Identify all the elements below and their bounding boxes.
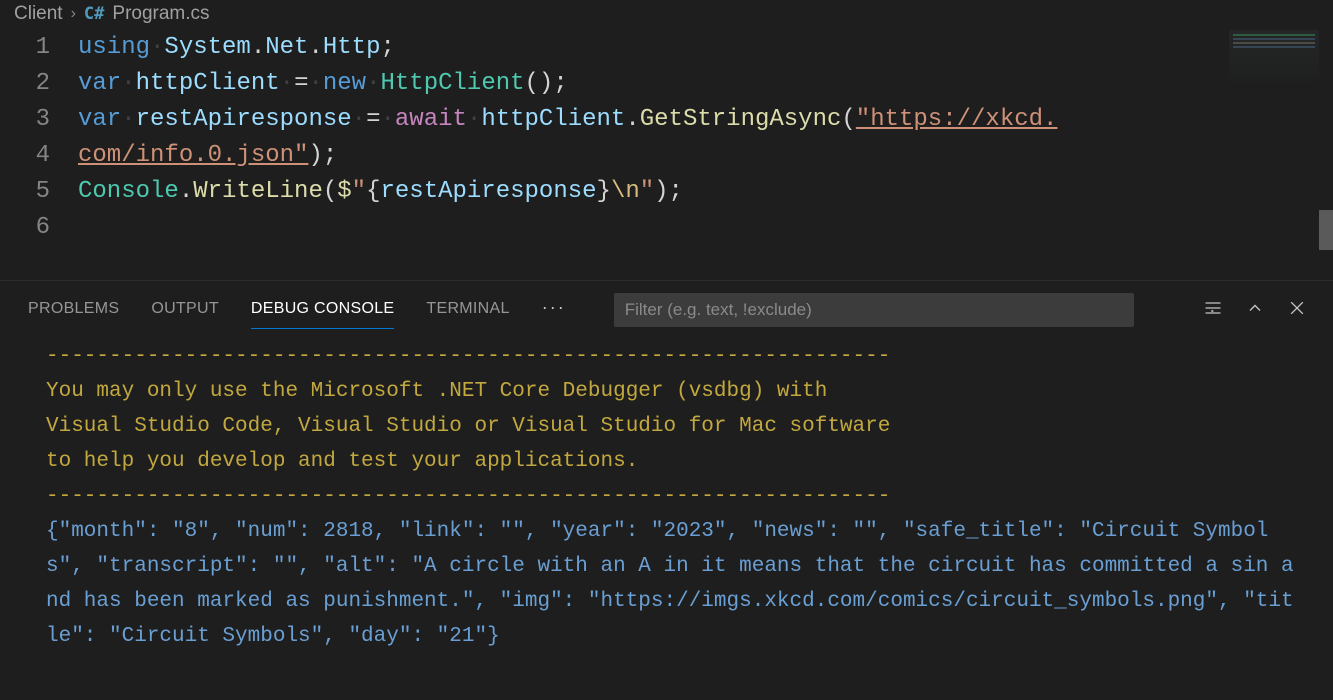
- token-namespace: System: [164, 34, 250, 61]
- chevron-right-icon: ›: [71, 5, 76, 23]
- line-number: 3: [0, 102, 50, 138]
- token-escape: \n: [611, 178, 640, 205]
- console-line: You may only use the Microsoft .NET Core…: [46, 380, 827, 403]
- token-variable: httpClient: [136, 70, 280, 97]
- token-method: WriteLine: [193, 178, 323, 205]
- breadcrumb[interactable]: Client › C# Program.cs: [0, 0, 1333, 30]
- token-string: ": [352, 178, 366, 205]
- panel-tabs: PROBLEMS OUTPUT DEBUG CONSOLE TERMINAL ·…: [0, 281, 1333, 331]
- tab-debug-console[interactable]: DEBUG CONSOLE: [251, 292, 395, 329]
- chevron-up-icon[interactable]: [1245, 298, 1265, 318]
- token-keyword: using: [78, 34, 150, 61]
- line-number: 5: [0, 174, 50, 210]
- token-variable: httpClient: [481, 106, 625, 133]
- panel-actions: [1203, 298, 1319, 322]
- debug-console-output[interactable]: ----------------------------------------…: [0, 331, 1333, 700]
- console-json-output: {"month": "8", "num": 2818, "link": "", …: [46, 520, 1294, 648]
- token-class: HttpClient: [381, 70, 525, 97]
- token-keyword: var: [78, 106, 121, 133]
- token-keyword: var: [78, 70, 121, 97]
- token-string: com/info.0.json": [78, 142, 308, 169]
- line-number: 6: [0, 210, 50, 246]
- line-number: 1: [0, 30, 50, 66]
- token-string: ": [640, 178, 654, 205]
- token-variable: restApiresponse: [136, 106, 352, 133]
- breadcrumb-folder[interactable]: Client: [14, 3, 63, 25]
- line-number: 4: [0, 138, 50, 174]
- code-area[interactable]: using·System.Net.Http; var·httpClient·=·…: [78, 30, 1333, 280]
- tab-output[interactable]: OUTPUT: [151, 292, 219, 328]
- breadcrumb-file[interactable]: Program.cs: [112, 3, 209, 25]
- token-variable: restApiresponse: [380, 178, 596, 205]
- token-method: GetStringAsync: [640, 106, 842, 133]
- console-line: ----------------------------------------…: [46, 485, 890, 508]
- filter-input[interactable]: [614, 293, 1134, 327]
- line-number: 2: [0, 66, 50, 102]
- close-icon[interactable]: [1287, 298, 1307, 318]
- minimap[interactable]: [1229, 30, 1319, 90]
- token-keyword: await: [395, 106, 467, 133]
- token-class: Console: [78, 178, 179, 205]
- csharp-file-icon: C#: [84, 4, 104, 24]
- console-line: ----------------------------------------…: [46, 345, 890, 368]
- tab-terminal[interactable]: TERMINAL: [426, 292, 509, 328]
- more-tabs-icon[interactable]: ···: [542, 297, 566, 324]
- console-line: to help you develop and test your applic…: [46, 450, 638, 473]
- scrollbar-thumb[interactable]: [1319, 210, 1333, 250]
- token-string: "https://xkcd.: [856, 106, 1058, 133]
- token-namespace: Http: [323, 34, 381, 61]
- clear-console-icon[interactable]: [1203, 298, 1223, 318]
- console-line: Visual Studio Code, Visual Studio or Vis…: [46, 415, 890, 438]
- token-namespace: Net: [265, 34, 308, 61]
- bottom-panel: PROBLEMS OUTPUT DEBUG CONSOLE TERMINAL ·…: [0, 280, 1333, 700]
- editor-pane: Client › C# Program.cs 1 2 3 4 5 6 using…: [0, 0, 1333, 280]
- line-number-gutter: 1 2 3 4 5 6: [0, 30, 78, 280]
- editor-body[interactable]: 1 2 3 4 5 6 using·System.Net.Http; var·h…: [0, 30, 1333, 280]
- tab-problems[interactable]: PROBLEMS: [28, 292, 119, 328]
- token-keyword: new: [323, 70, 366, 97]
